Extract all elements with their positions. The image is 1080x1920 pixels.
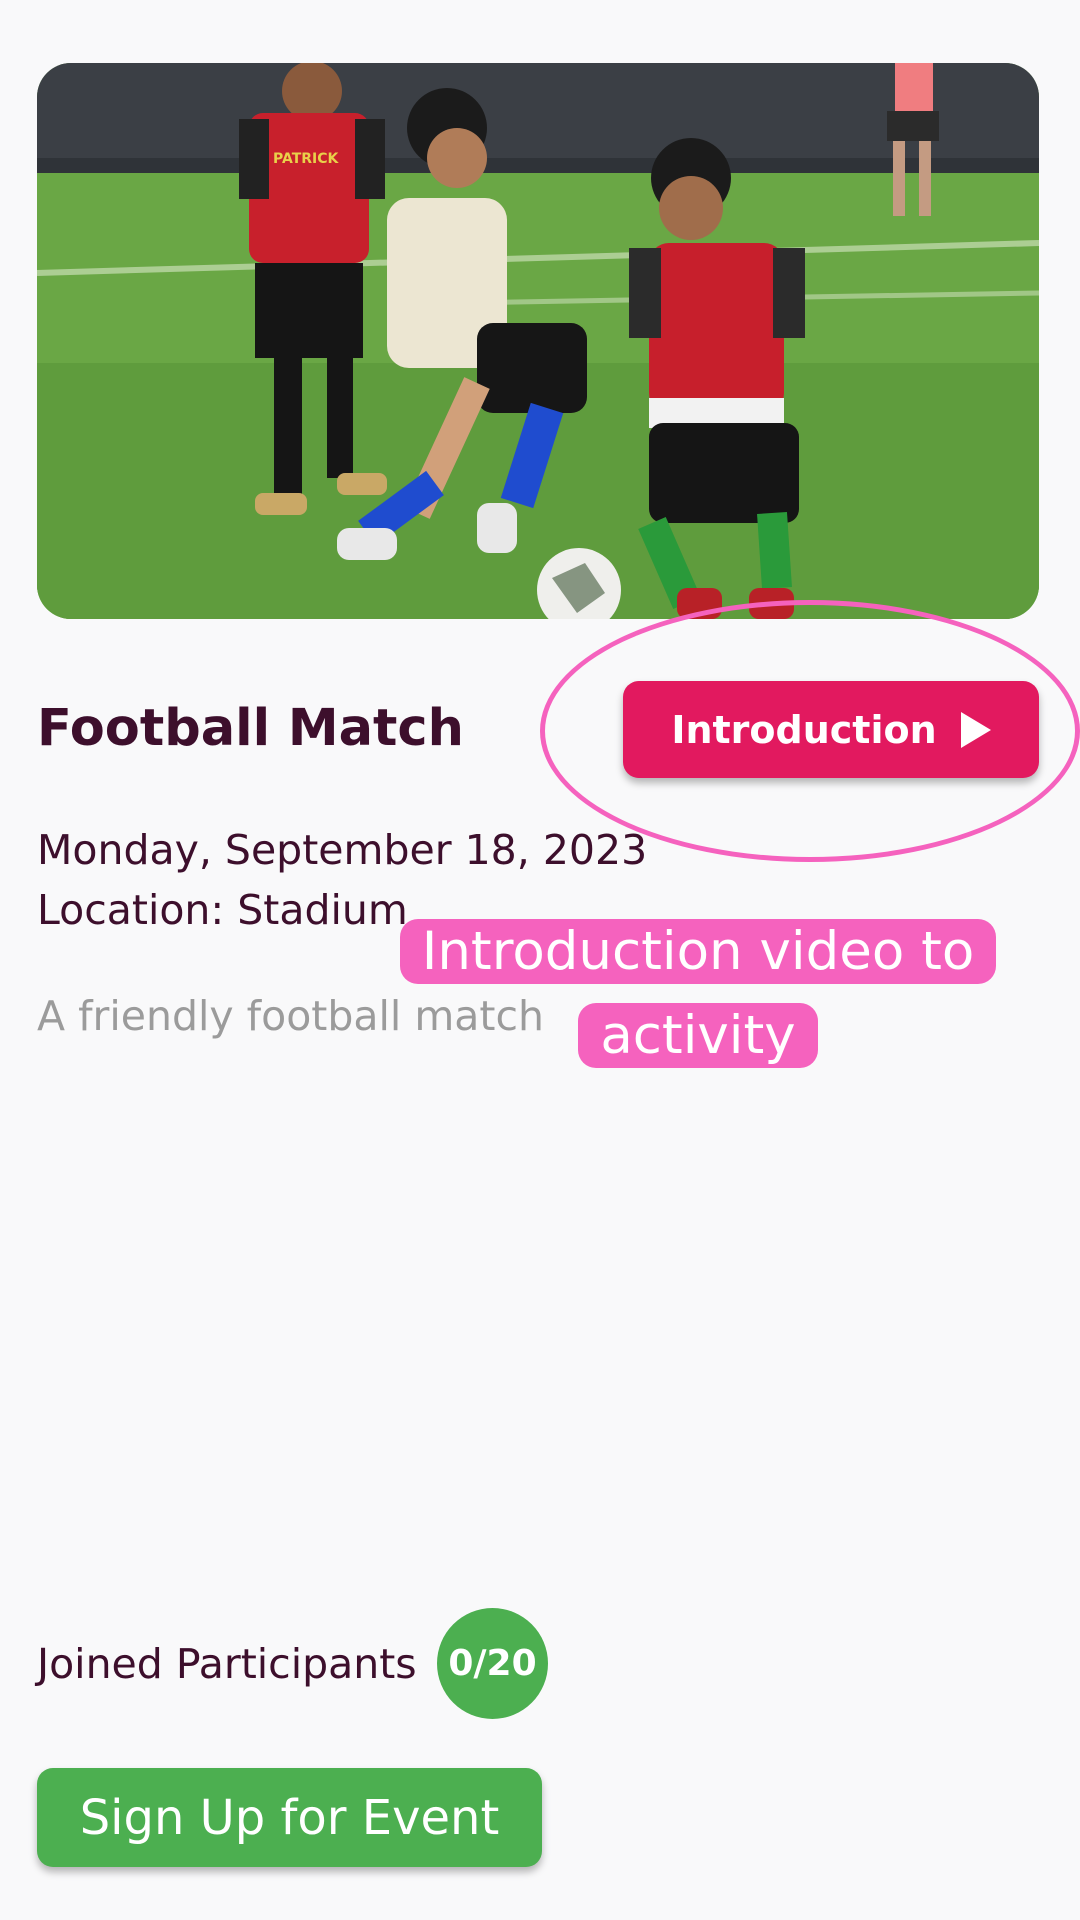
- football-photo: PATRICK: [37, 63, 1039, 619]
- event-title: Football Match: [37, 699, 464, 758]
- annotation-line-1: Introduction video to: [399, 919, 997, 984]
- sign-up-button[interactable]: Sign Up for Event: [37, 1768, 542, 1867]
- event-location: Location: Stadium: [37, 886, 408, 934]
- sign-up-button-label: Sign Up for Event: [79, 1789, 500, 1846]
- annotation-line-2: activity: [578, 1003, 818, 1068]
- participant-count-badge: 0/20: [437, 1608, 548, 1719]
- event-date: Monday, September 18, 2023: [37, 826, 648, 874]
- svg-text:PATRICK: PATRICK: [273, 151, 340, 167]
- event-hero-image: PATRICK: [37, 63, 1039, 619]
- participants-label: Joined Participants: [37, 1640, 417, 1688]
- annotation-callout: Introduction video to activity: [370, 910, 1026, 1078]
